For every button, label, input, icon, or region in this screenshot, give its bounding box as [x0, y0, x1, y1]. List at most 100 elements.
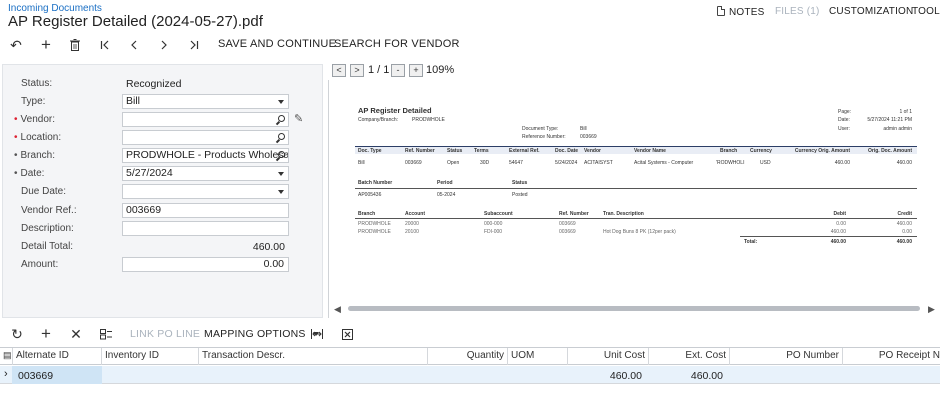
pdf-horizontal-scrollbar[interactable] [348, 306, 920, 311]
column-settings-icon[interactable] [97, 326, 115, 342]
pdf-zoom-out-button[interactable]: - [391, 64, 405, 77]
column-header-ext-cost[interactable]: Ext. Cost [651, 350, 726, 361]
page-title: AP Register Detailed (2024-05-27).pdf [8, 13, 263, 30]
first-record-icon[interactable] [95, 36, 115, 54]
doc-page-label: Page: [838, 109, 852, 115]
doc-line-cell: 20000 [405, 221, 419, 227]
add-icon[interactable]: + [36, 36, 56, 54]
vendor-selector[interactable] [122, 112, 289, 127]
branch-label: • Branch: [14, 150, 55, 161]
notes-button[interactable]: NOTES [717, 6, 764, 18]
previous-record-icon[interactable] [124, 36, 144, 54]
doc-title: AP Register Detailed [358, 106, 432, 115]
scroll-right-icon[interactable]: ▶ [928, 304, 935, 315]
export-excel-icon[interactable] [338, 326, 356, 342]
doc-batch-header: Period [437, 180, 453, 186]
column-header-alternate-id[interactable]: Alternate ID [16, 350, 69, 361]
doc-batch-cell: AP005436 [358, 192, 382, 198]
search-for-vendor-button[interactable]: SEARCH FOR VENDOR [334, 38, 460, 50]
cell-unit-cost[interactable]: 460.00 [570, 370, 642, 382]
note-icon [717, 6, 725, 16]
doc-col-header: Vendor Name [634, 148, 666, 154]
column-header-quantity[interactable]: Quantity [430, 350, 504, 361]
doc-line-cell: 460.00 [896, 221, 912, 227]
vendor-ref-input[interactable]: 003669 [122, 203, 289, 218]
doc-batch-header: Status [512, 180, 528, 186]
doc-cell: 30D [480, 160, 490, 166]
location-label: • Location: [14, 132, 62, 143]
doc-col-header: Currency Orig. Amount [794, 148, 850, 154]
location-selector[interactable] [122, 130, 289, 145]
mapping-options-menu[interactable]: MAPPING OPTIONS [204, 328, 319, 340]
column-header-unit-cost[interactable]: Unit Cost [570, 350, 645, 361]
pdf-next-page-button[interactable]: > [350, 64, 364, 77]
type-select[interactable]: Bill [122, 94, 289, 109]
doc-line-header: Branch [358, 211, 376, 217]
link-po-line-button[interactable]: LINK PO LINE [130, 328, 200, 340]
doc-cell: Acital Systems - Computer [634, 160, 694, 166]
description-input[interactable] [122, 221, 289, 236]
date-picker[interactable]: 5/27/2024 [122, 166, 289, 181]
cell-ext-cost[interactable]: 460.00 [651, 370, 723, 382]
delete-row-icon[interactable]: ✕ [67, 326, 85, 342]
detail-total-label: Detail Total: [21, 241, 74, 252]
table-row[interactable] [0, 366, 940, 384]
edit-vendor-icon[interactable]: ✎ [294, 112, 303, 125]
doc-batch-header: Batch Number [358, 180, 393, 186]
search-icon [278, 151, 285, 158]
doc-date-label: Date: [838, 117, 850, 123]
pdf-prev-page-button[interactable]: < [332, 64, 346, 77]
pdf-page-indicator: 1 / 1 [368, 64, 390, 76]
amount-input[interactable]: 0.00 [122, 257, 289, 272]
column-header-transaction-descr[interactable]: Transaction Descr. [202, 350, 285, 361]
column-header-inventory-id[interactable]: Inventory ID [105, 350, 159, 361]
column-divider [648, 348, 649, 365]
next-record-icon[interactable] [154, 36, 174, 54]
scroll-left-icon[interactable]: ◀ [334, 304, 341, 315]
files-button[interactable]: FILES (1) [775, 6, 820, 17]
pdf-zoom-in-button[interactable]: + [409, 64, 423, 77]
vendor-ref-label: Vendor Ref.: [21, 205, 77, 216]
doc-line-cell: 003669 [559, 229, 576, 235]
doc-col-header: External Ref. [509, 148, 540, 154]
customization-menu[interactable]: CUSTOMIZATION [829, 6, 913, 17]
column-divider [12, 348, 13, 365]
branch-value: PRODWHOLE - Products Wholesale [126, 149, 289, 161]
doc-line-cell: 0.00 [836, 221, 846, 227]
last-record-icon[interactable] [184, 36, 204, 54]
column-header-po-number[interactable]: PO Number [732, 350, 839, 361]
doc-line-cell: 20100 [405, 229, 419, 235]
cell-alternate-id[interactable]: 003669 [18, 370, 53, 382]
pdf-document-view[interactable] [328, 80, 940, 318]
doc-doctype-value: Bill [580, 126, 587, 132]
refresh-icon[interactable]: ↻ [8, 326, 26, 342]
chevron-down-icon [278, 190, 284, 194]
doc-col-header: Currency [750, 148, 772, 154]
row-selector-icon[interactable]: ▤ [3, 350, 12, 361]
doc-cell: 003669 [405, 160, 422, 166]
due-date-picker[interactable] [122, 184, 289, 199]
doc-company-label: Company/Branch: [358, 117, 399, 123]
column-header-uom[interactable]: UOM [511, 350, 534, 361]
doc-total-credit: 460.00 [896, 239, 912, 245]
vendor-label: • Vendor: [14, 114, 55, 125]
doc-cell: 460.00 [834, 160, 850, 166]
fit-columns-icon[interactable] [308, 326, 326, 342]
doc-divider [740, 236, 917, 237]
save-and-continue-button[interactable]: SAVE AND CONTINUE [218, 38, 336, 50]
branch-selector[interactable]: PRODWHOLE - Products Wholesale [122, 148, 289, 163]
undo-icon[interactable]: ↶ [6, 36, 26, 54]
doc-col-header: Status [447, 148, 463, 154]
doc-total-label: Total: [744, 239, 758, 245]
column-header-po-receipt[interactable]: PO Receipt N [846, 350, 940, 361]
tools-menu[interactable]: TOOLS [912, 6, 940, 17]
chevron-down-icon [278, 172, 284, 176]
doc-col-header: Doc. Type [358, 148, 382, 154]
doc-col-header: Ref. Number [405, 148, 435, 154]
row-expander-icon[interactable]: › [4, 368, 8, 380]
add-row-icon[interactable]: + [37, 325, 55, 342]
pdf-zoom-level: 109% [426, 64, 455, 76]
delete-icon[interactable] [65, 36, 85, 54]
status-value: Recognized [126, 78, 182, 90]
column-divider [427, 348, 428, 365]
